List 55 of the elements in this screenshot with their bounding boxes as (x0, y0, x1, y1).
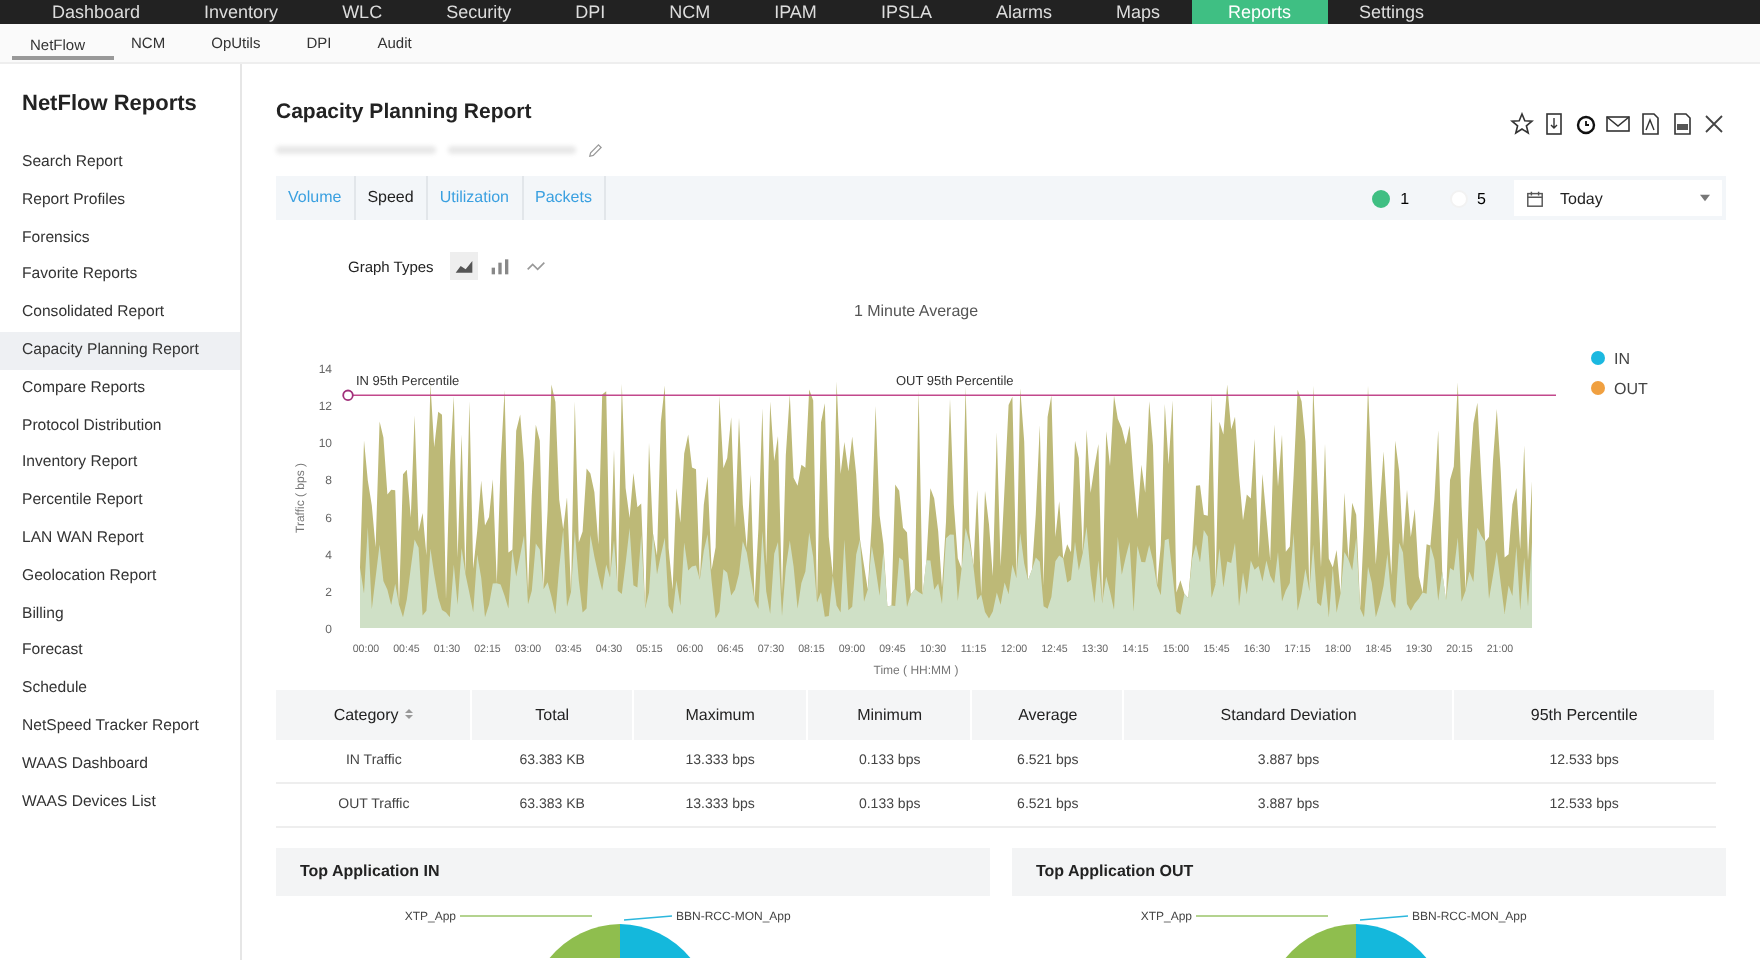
schedule-icon[interactable] (1574, 112, 1598, 136)
mail-icon[interactable] (1606, 112, 1630, 136)
pdf-icon[interactable] (1638, 112, 1662, 136)
column-header: Total (471, 690, 633, 740)
sort-icon[interactable] (403, 708, 414, 720)
pie-drawing (1285, 924, 1427, 958)
column-header: 95th Percentile (1453, 690, 1715, 740)
line-chart-icon (525, 256, 546, 276)
star-icon[interactable] (1510, 112, 1534, 136)
legend-label: IN (1614, 350, 1630, 368)
nav-tab[interactable]: IPAM (742, 0, 849, 24)
nav-tab[interactable]: IPSLA (848, 0, 964, 24)
interval-option[interactable]: 1 (1360, 187, 1422, 209)
nav-tab[interactable]: Security (414, 0, 544, 24)
caret-icon (1700, 194, 1710, 202)
column-header: Maximum (632, 690, 808, 740)
chart-title: 1 Minute Average (853, 302, 979, 320)
interval-option[interactable]: 5 (1437, 187, 1498, 209)
nav-tab[interactable]: NCM (637, 0, 743, 24)
nav-tab[interactable]: Dashboard (20, 0, 173, 24)
export-icon[interactable] (1542, 112, 1566, 136)
pie-drawing (549, 924, 691, 958)
panel-title: Top Application OUT (1012, 848, 1726, 896)
nav-tab[interactable]: WLC (310, 0, 415, 24)
bar-chart-icon (489, 256, 510, 276)
legend-label: OUT (1614, 380, 1648, 398)
column-header: Standard Deviation (1123, 690, 1454, 740)
sidebar-title: NetFlow Reports (20, 90, 199, 120)
close-icon[interactable] (1702, 112, 1726, 136)
graph-type-option[interactable] (449, 252, 478, 280)
nav-tab[interactable]: DPI (543, 0, 638, 24)
leader-line (1195, 915, 1329, 917)
nav-tab[interactable]: Alarms (963, 0, 1084, 24)
nav-tab[interactable]: Maps (1083, 0, 1192, 24)
leader-line (623, 915, 673, 921)
panel-title: Top Application IN (276, 848, 990, 896)
area-chart-icon (453, 256, 474, 276)
column-header: Average (971, 690, 1124, 740)
interval-label: 5 (1477, 189, 1486, 207)
percentile-marker (342, 389, 354, 401)
date-value: Today (1560, 189, 1605, 207)
column-header: Minimum (807, 690, 972, 740)
nav-tab[interactable]: Inventory (172, 0, 311, 24)
view-tab[interactable]: Speed (355, 176, 428, 220)
leader-line (459, 915, 593, 917)
radio-dot[interactable] (1372, 189, 1391, 207)
date-dropdown[interactable]: Today (1514, 180, 1722, 216)
csv-icon[interactable] (1670, 112, 1694, 136)
report-title: Capacity Planning Report (276, 100, 532, 124)
edit-icon[interactable] (588, 143, 602, 157)
leader-line (1359, 915, 1409, 921)
interval-label: 1 (1400, 189, 1410, 207)
nav-tab[interactable]: Settings (1327, 0, 1457, 24)
column-header[interactable]: Category (276, 690, 472, 740)
calendar-icon (1526, 189, 1544, 207)
